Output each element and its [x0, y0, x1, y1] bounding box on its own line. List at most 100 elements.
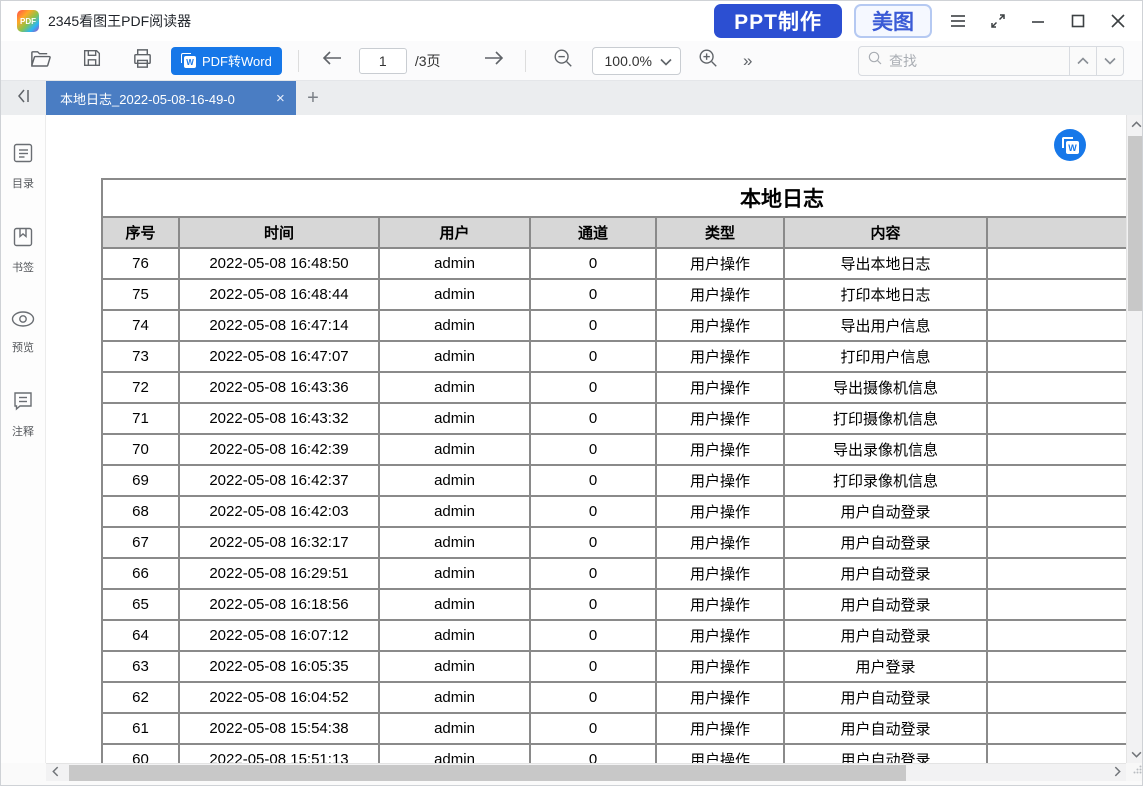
column-header: 时间	[179, 217, 379, 248]
prev-page-button[interactable]	[319, 48, 345, 74]
maximize-button[interactable]	[1064, 7, 1092, 35]
sidebar-item-annotations[interactable]: 注释	[11, 389, 35, 439]
sidebar-item-label: 注释	[12, 423, 34, 439]
sidebar-item-bookmarks[interactable]: 书签	[11, 225, 35, 275]
table-body: 762022-05-08 16:48:50admin0用户操作导出本地日志752…	[102, 248, 1126, 763]
table-cell: 69	[102, 465, 179, 496]
table-cell	[987, 620, 1126, 651]
table-cell: admin	[379, 651, 530, 682]
table-cell: 0	[530, 558, 656, 589]
zoom-level-select[interactable]: 100.0%	[592, 47, 681, 75]
tab-close-icon[interactable]: ×	[276, 91, 285, 106]
table-cell	[987, 434, 1126, 465]
table-cell: 用户操作	[656, 434, 784, 465]
sidebar-item-label: 预览	[12, 339, 34, 355]
table-cell	[987, 558, 1126, 589]
next-page-button[interactable]	[481, 48, 507, 74]
zoom-out-button[interactable]	[550, 48, 576, 74]
table-cell: 用户操作	[656, 589, 784, 620]
collapse-sidebar-button[interactable]	[1, 81, 46, 115]
search-icon	[867, 50, 883, 71]
table-cell: admin	[379, 279, 530, 310]
new-tab-button[interactable]: +	[296, 81, 330, 115]
scroll-right-button[interactable]	[1108, 764, 1126, 782]
chevron-up-icon	[1131, 115, 1142, 133]
table-cell: admin	[379, 341, 530, 372]
sidebar-item-preview[interactable]: 预览	[10, 309, 36, 355]
chevron-left-icon	[52, 764, 59, 782]
table-cell: 打印录像机信息	[784, 465, 987, 496]
menu-button[interactable]	[944, 7, 972, 35]
minimize-button[interactable]	[1024, 7, 1052, 35]
page-number-input[interactable]	[359, 48, 407, 74]
vertical-scroll-thumb[interactable]	[1128, 136, 1143, 311]
meitu-button[interactable]: 美图	[854, 4, 932, 38]
close-button[interactable]	[1104, 7, 1132, 35]
table-cell: 打印本地日志	[784, 279, 987, 310]
table-cell: admin	[379, 465, 530, 496]
table-cell: 0	[530, 744, 656, 763]
title-bar: PDF 2345看图王PDF阅读器 PPT制作 美图	[1, 1, 1142, 41]
table-cell	[987, 341, 1126, 372]
scroll-up-button[interactable]	[1127, 115, 1143, 133]
table-cell: 导出录像机信息	[784, 434, 987, 465]
open-file-button[interactable]	[27, 48, 53, 74]
print-button[interactable]	[129, 48, 155, 74]
search-field[interactable]	[859, 50, 1069, 71]
table-cell: admin	[379, 372, 530, 403]
table-cell: 用户自动登录	[784, 682, 987, 713]
table-cell: 2022-05-08 16:07:12	[179, 620, 379, 651]
search-control	[858, 46, 1124, 76]
log-table: 本地日志 序号时间用户通道类型内容 762022-05-08 16:48:50a…	[101, 178, 1126, 763]
table-row: 692022-05-08 16:42:37admin0用户操作打印录像机信息	[102, 465, 1126, 496]
table-cell: 用户操作	[656, 620, 784, 651]
table-cell	[987, 527, 1126, 558]
vertical-scrollbar[interactable]	[1126, 115, 1143, 763]
pdf-to-word-label: PDF转Word	[202, 51, 272, 70]
column-header: 内容	[784, 217, 987, 248]
table-cell: 0	[530, 248, 656, 279]
table-cell: 70	[102, 434, 179, 465]
table-cell: 导出本地日志	[784, 248, 987, 279]
column-header: 类型	[656, 217, 784, 248]
scroll-left-button[interactable]	[46, 764, 64, 782]
table-row: 742022-05-08 16:47:14admin0用户操作导出用户信息	[102, 310, 1126, 341]
fullscreen-button[interactable]	[984, 7, 1012, 35]
document-tab[interactable]: 本地日志_2022-05-08-16-49-0 ×	[46, 81, 296, 115]
table-cell: 71	[102, 403, 179, 434]
document-viewport[interactable]: W 本地日志 序号时间用户通道类型内容 762022-05-08 16:48:5…	[46, 115, 1126, 763]
table-cell: 2022-05-08 16:47:14	[179, 310, 379, 341]
tab-label: 本地日志_2022-05-08-16-49-0	[60, 89, 274, 108]
table-cell: 2022-05-08 16:42:03	[179, 496, 379, 527]
table-cell: 用户操作	[656, 527, 784, 558]
zoom-in-button[interactable]	[695, 48, 721, 74]
table-cell: 2022-05-08 15:51:13	[179, 744, 379, 763]
horizontal-scroll-thumb[interactable]	[69, 765, 906, 781]
ppt-make-button[interactable]: PPT制作	[714, 4, 842, 38]
table-cell: 0	[530, 651, 656, 682]
table-cell: admin	[379, 403, 530, 434]
collapse-panel-icon	[16, 88, 32, 109]
table-cell: 用户自动登录	[784, 589, 987, 620]
sidebar: 目录 书签 预览 注释	[1, 115, 46, 763]
table-cell: 2022-05-08 16:43:36	[179, 372, 379, 403]
table-cell: 0	[530, 620, 656, 651]
sidebar-item-catalog[interactable]: 目录	[11, 141, 35, 191]
toolbar-separator	[298, 50, 299, 72]
chevron-down-icon	[1104, 52, 1116, 70]
table-cell: 打印用户信息	[784, 341, 987, 372]
horizontal-scrollbar[interactable]	[46, 763, 1126, 781]
pdf-to-word-fab[interactable]: W	[1054, 129, 1086, 161]
save-button[interactable]	[79, 48, 105, 74]
more-tools-button[interactable]: »	[743, 51, 752, 71]
table-cell	[987, 589, 1126, 620]
table-cell: 0	[530, 279, 656, 310]
table-row: 682022-05-08 16:42:03admin0用户操作用户自动登录	[102, 496, 1126, 527]
search-input[interactable]	[889, 53, 1061, 69]
search-prev-button[interactable]	[1069, 46, 1096, 76]
table-cell: 2022-05-08 16:42:37	[179, 465, 379, 496]
table-cell: 0	[530, 527, 656, 558]
pdf-to-word-button[interactable]: W PDF转Word	[171, 47, 282, 75]
resize-grip-icon[interactable]	[1133, 761, 1142, 779]
search-next-button[interactable]	[1096, 46, 1123, 76]
